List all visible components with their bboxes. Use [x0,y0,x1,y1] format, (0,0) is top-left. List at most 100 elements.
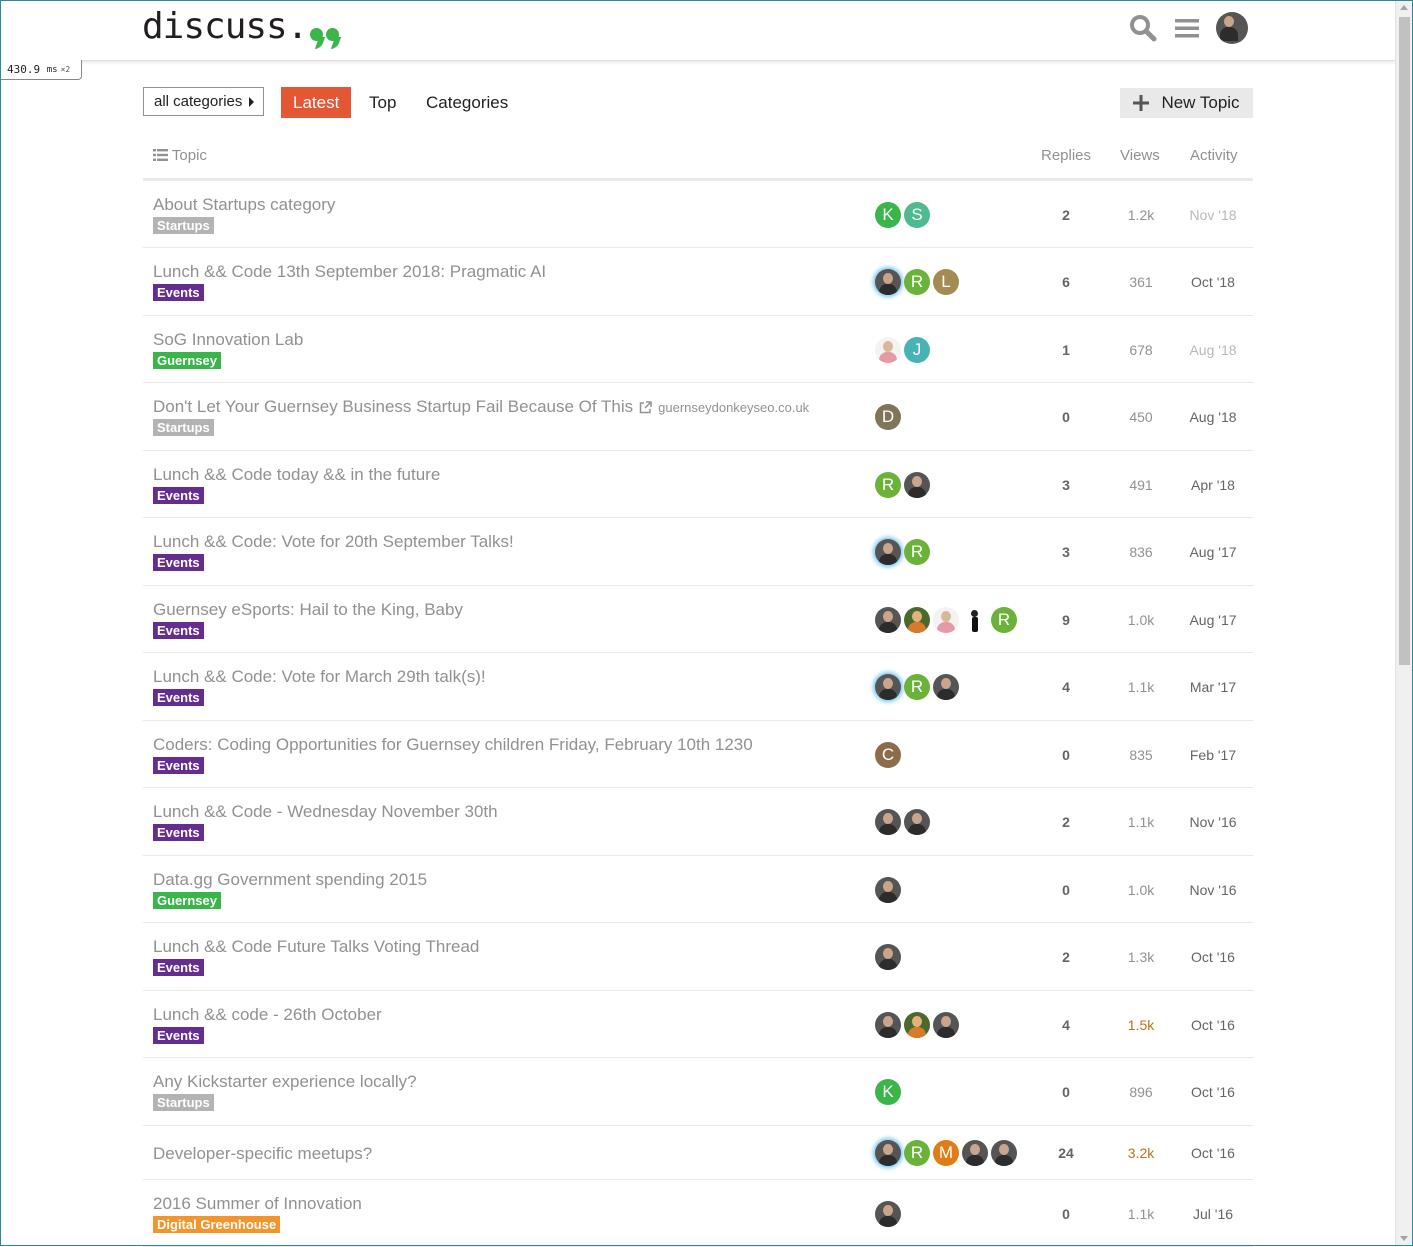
topic-title-link[interactable]: Lunch && Code - Wednesday November 30th [153,802,498,822]
scroll-up-arrow-icon[interactable] [1400,5,1408,10]
topic-row[interactable]: Guernsey eSports: Hail to the King, Baby… [143,586,1253,653]
reply-count[interactable]: 4 [1043,679,1089,695]
reply-count[interactable]: 24 [1043,1145,1089,1161]
activity-date[interactable]: Nov '18 [1178,207,1248,223]
activity-date[interactable]: Aug '17 [1178,612,1248,628]
reply-count[interactable]: 0 [1043,747,1089,763]
tab-categories[interactable]: Categories [426,87,508,118]
poster-avatar[interactable] [962,607,988,633]
topic-row[interactable]: Lunch && code - 26th October Events 4 1.5k O… [143,991,1253,1058]
reply-count[interactable]: 2 [1043,814,1089,830]
reply-count[interactable]: 4 [1043,1017,1089,1033]
poster-letter-avatar[interactable]: R [904,269,930,295]
poster-avatar[interactable] [904,472,930,498]
tab-top[interactable]: Top [369,87,396,118]
activity-date[interactable]: Aug '17 [1178,544,1248,560]
category-badge[interactable]: Digital Greenhouse [153,1216,281,1233]
views-column-header[interactable]: Views [1120,147,1160,164]
reply-count[interactable]: 2 [1043,949,1089,965]
activity-date[interactable]: Aug '18 [1178,342,1248,358]
topic-row[interactable]: Lunch && Code Future Talks Voting Thread… [143,923,1253,991]
topic-title-link[interactable]: Guernsey eSports: Hail to the King, Baby [153,600,463,620]
poster-avatar[interactable] [875,1012,901,1038]
reply-count[interactable]: 3 [1043,544,1089,560]
reply-count[interactable]: 0 [1043,409,1089,425]
scrollbar-thumb[interactable] [1399,17,1410,665]
topic-row[interactable]: SoG Innovation Lab Guernsey J 1 678 Aug '18 [143,316,1253,383]
category-badge[interactable]: Events [153,1027,204,1044]
category-badge[interactable]: Events [153,284,204,301]
poster-letter-avatar[interactable]: R [875,472,901,498]
poster-letter-avatar[interactable]: R [904,1140,930,1166]
topic-row[interactable]: Lunch && Code: Vote for March 29th talk(… [143,653,1253,721]
poster-avatar[interactable] [875,337,901,363]
activity-date[interactable]: Nov '16 [1178,814,1248,830]
poster-avatar[interactable] [875,1140,901,1166]
topic-row[interactable]: Lunch && Code today && in the future Even… [143,451,1253,518]
topic-title-link[interactable]: Lunch && Code 13th September 2018: Pragm… [153,262,546,282]
topic-title-link[interactable]: Coders: Coding Opportunities for Guernse… [153,735,753,755]
topic-row[interactable]: Developer-specific meetups? R M 24 3.2k Oct '… [143,1126,1253,1180]
tab-latest[interactable]: Latest [281,87,352,118]
reply-count[interactable]: 0 [1043,1206,1089,1222]
topic-title-link[interactable]: Don't Let Your Guernsey Business Startup… [153,397,809,417]
reply-count[interactable]: 2 [1043,207,1089,223]
activity-date[interactable]: Mar '17 [1178,679,1248,695]
poster-avatar[interactable] [933,1012,959,1038]
search-icon[interactable] [1128,12,1158,44]
poster-avatar[interactable] [904,809,930,835]
category-badge[interactable]: Guernsey [153,352,221,369]
new-topic-button[interactable]: New Topic [1120,88,1253,118]
topic-row[interactable]: Lunch && Code 13th September 2018: Pragm… [143,248,1253,316]
topic-title-link[interactable]: Lunch && Code: Vote for 20th September T… [153,532,514,552]
topic-column-header[interactable]: Topic [153,147,207,164]
topic-domain[interactable]: guernseydonkeyseo.co.uk [658,400,809,415]
category-badge[interactable]: Events [153,757,204,774]
category-badge[interactable]: Events [153,959,204,976]
poster-letter-avatar[interactable]: K [875,202,901,228]
topic-title-link[interactable]: SoG Innovation Lab [153,330,303,350]
poster-avatar[interactable] [933,607,959,633]
user-avatar[interactable] [1216,12,1248,44]
category-dropdown[interactable]: all categories [143,87,264,116]
poster-letter-avatar[interactable]: R [904,674,930,700]
poster-avatar[interactable] [875,809,901,835]
activity-date[interactable]: Oct '16 [1178,1084,1248,1100]
topic-row[interactable]: Any Kickstarter experience locally? Start… [143,1058,1253,1126]
poster-avatar[interactable] [875,944,901,970]
poster-avatar[interactable] [875,877,901,903]
reply-count[interactable]: 0 [1043,882,1089,898]
site-logo[interactable]: discuss. [142,6,341,47]
reply-count[interactable]: 1 [1043,342,1089,358]
reply-count[interactable]: 9 [1043,612,1089,628]
topic-row[interactable]: Don't Let Your Guernsey Business Startup… [143,383,1253,451]
topic-title-link[interactable]: Lunch && code - 26th October [153,1005,382,1025]
topic-row[interactable]: Lunch && Code: Vote for 20th September T… [143,518,1253,586]
scroll-down-arrow-icon[interactable] [1400,1236,1408,1241]
topic-row[interactable]: About Startups category Startups K S 2 1.2k No… [143,181,1253,248]
replies-column-header[interactable]: Replies [1041,147,1091,164]
poster-letter-avatar[interactable]: D [875,404,901,430]
category-badge[interactable]: Startups [153,1094,214,1111]
poster-letter-avatar[interactable]: J [904,337,930,363]
activity-date[interactable]: Nov '16 [1178,882,1248,898]
topic-row[interactable]: 2016 Summer of Innovation Digital Greenho… [143,1180,1253,1247]
category-badge[interactable]: Events [153,622,204,639]
poster-avatar[interactable] [875,607,901,633]
poster-avatar[interactable] [875,539,901,565]
activity-date[interactable]: Feb '17 [1178,747,1248,763]
activity-date[interactable]: Oct '16 [1178,1017,1248,1033]
topic-row[interactable]: Coders: Coding Opportunities for Guernse… [143,721,1253,788]
category-badge[interactable]: Guernsey [153,892,221,909]
poster-letter-avatar[interactable]: R [991,607,1017,633]
activity-date[interactable]: Oct '18 [1178,274,1248,290]
category-badge[interactable]: Events [153,824,204,841]
category-badge[interactable]: Startups [153,419,214,436]
reply-count[interactable]: 0 [1043,1084,1089,1100]
topic-title-link[interactable]: Lunch && Code today && in the future [153,465,440,485]
activity-date[interactable]: Oct '16 [1178,949,1248,965]
poster-letter-avatar[interactable]: S [904,202,930,228]
category-badge[interactable]: Events [153,554,204,571]
poster-letter-avatar[interactable]: K [875,1079,901,1105]
poster-letter-avatar[interactable]: R [904,539,930,565]
